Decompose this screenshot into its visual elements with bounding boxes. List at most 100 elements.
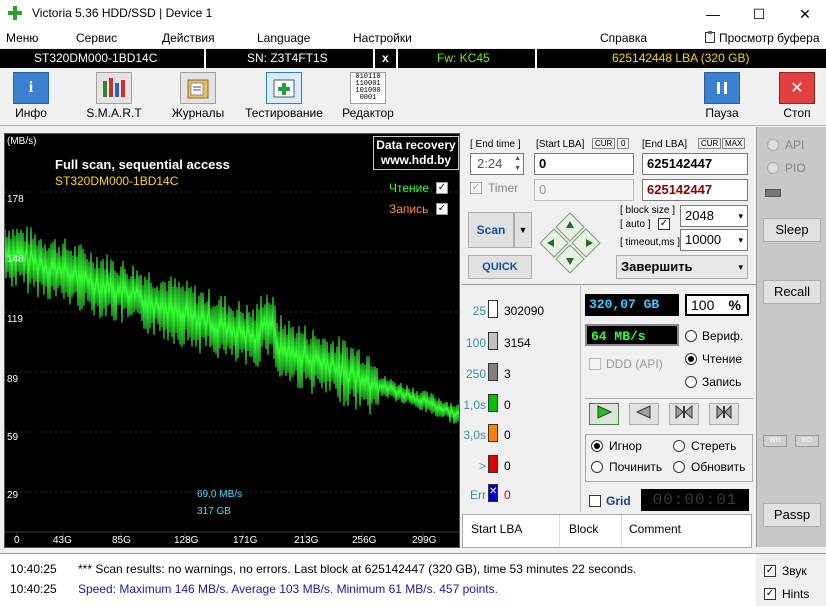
- end-icon: [716, 404, 732, 420]
- device-close-x[interactable]: x: [382, 51, 389, 65]
- speed-graph[interactable]: (MB/s) 208 178 148 119 89 59 29 0 43G 85…: [4, 133, 460, 548]
- stat-color-box: [488, 424, 498, 442]
- maximize-button[interactable]: ☐: [736, 0, 782, 28]
- menu-item-help[interactable]: Справка: [600, 31, 647, 45]
- read-radio[interactable]: [685, 353, 697, 365]
- menu-item-service[interactable]: Сервис: [76, 31, 117, 45]
- testing-label: Тестирование: [245, 106, 323, 120]
- pause-label: Пауза: [705, 106, 739, 120]
- y-tick-29: 29: [7, 490, 19, 501]
- sleep-button[interactable]: Sleep: [763, 218, 821, 242]
- block-size-select[interactable]: 2048 ▾: [680, 205, 748, 227]
- stat-value: 0: [504, 488, 511, 502]
- minimize-button[interactable]: —: [690, 0, 736, 28]
- block-stats-panel: 25 302090 100 3154 250 3 1,0s 0 3,0s 0 >0 Err ✕ 0: [462, 286, 580, 512]
- menu-item-actions[interactable]: Действия: [162, 31, 215, 45]
- editor-icon: 010110 110001 101000 0001: [350, 72, 386, 104]
- read-legend-checkbox[interactable]: ✓: [436, 182, 448, 194]
- sound-checkbox[interactable]: ✓: [764, 565, 776, 577]
- testing-button[interactable]: Тестирование: [242, 72, 326, 124]
- stat-color-box: ✕: [488, 484, 498, 502]
- window-title: Victoria 5.36 HDD/SSD | Device 1: [32, 6, 213, 20]
- end-max-button[interactable]: MAX: [722, 138, 746, 149]
- progress-panel: 320,07 GB 100 % 64 MB/s DDD (API) Вериф.…: [580, 286, 756, 512]
- editor-button[interactable]: 010110 110001 101000 0001 Редактор: [338, 72, 398, 124]
- passp-button[interactable]: Passp: [763, 503, 821, 527]
- end-lba-secondary-field[interactable]: 625142447: [642, 179, 748, 201]
- verify-radio[interactable]: [685, 330, 697, 342]
- log-panel[interactable]: 10:40:25 *** Scan results: no warnings, …: [0, 553, 756, 606]
- grid-checkbox[interactable]: [589, 495, 601, 507]
- info-button[interactable]: i Инфо: [6, 72, 56, 124]
- menu-item-menu[interactable]: Меню: [6, 31, 38, 45]
- app-logo-icon: [8, 6, 22, 20]
- stat-label: 25: [472, 304, 486, 318]
- erase-label: Стереть: [691, 439, 737, 453]
- end-time-spinner-icon[interactable]: ▲ ▼: [514, 154, 521, 174]
- auto-checkbox[interactable]: ✓: [658, 218, 670, 230]
- start-cur-value[interactable]: 0: [617, 138, 630, 149]
- defects-table[interactable]: Start LBA Block Comment: [462, 514, 752, 548]
- journals-label: Журналы: [171, 106, 225, 120]
- close-button[interactable]: ✕: [782, 0, 826, 28]
- finish-action-select[interactable]: Завершить ▾: [616, 255, 748, 279]
- skip-back-button[interactable]: [669, 403, 699, 425]
- finish-action-value: Завершить: [621, 259, 693, 274]
- menu-item-settings[interactable]: Настройки: [353, 31, 412, 45]
- x-tick-299g: 299G: [412, 535, 437, 546]
- timeout-select[interactable]: 10000 ▾: [680, 229, 748, 251]
- timer-label: Timer: [488, 181, 519, 195]
- x-tick-171g: 171G: [233, 535, 258, 546]
- write-legend-checkbox[interactable]: ✓: [436, 203, 448, 215]
- stat-color-box: [488, 363, 498, 381]
- timer-field[interactable]: 0: [534, 179, 634, 201]
- end-time-field[interactable]: 2:24 ▲ ▼: [470, 153, 524, 175]
- timer-checkbox[interactable]: ✓: [470, 182, 482, 194]
- quick-button[interactable]: QUICK: [468, 255, 532, 279]
- col-start-lba[interactable]: Start LBA: [471, 522, 522, 536]
- stat-label: 100: [465, 336, 486, 350]
- graph-title: Full scan, sequential access: [55, 157, 230, 172]
- device-model[interactable]: ST320DM000-1BD14C: [34, 51, 157, 65]
- y-tick-89: 89: [7, 374, 19, 385]
- stop-button[interactable]: ✕ Стоп: [774, 72, 820, 124]
- ddd-api-checkbox[interactable]: [589, 358, 601, 370]
- api-radio[interactable]: [767, 139, 779, 151]
- direction-pad-icon[interactable]: [538, 211, 602, 275]
- end-cur-button[interactable]: CUR: [698, 138, 722, 149]
- smart-button[interactable]: S.M.A.R.T: [82, 72, 146, 124]
- verify-label: Вериф.: [702, 329, 744, 343]
- write-radio[interactable]: [685, 376, 697, 388]
- pause-button[interactable]: Пауза: [698, 72, 746, 124]
- rewind-button[interactable]: [629, 403, 659, 425]
- menu-item-language[interactable]: Language: [257, 31, 310, 45]
- repair-label: Починить: [609, 460, 663, 474]
- recall-button[interactable]: Recall: [763, 280, 821, 304]
- col-block[interactable]: Block: [569, 522, 598, 536]
- log-time-2: 10:40:25: [10, 582, 57, 596]
- sound-label: Звук: [782, 564, 807, 578]
- hints-checkbox[interactable]: ✓: [764, 588, 776, 600]
- pause-icon: [704, 72, 740, 104]
- refresh-radio[interactable]: [673, 461, 685, 473]
- journals-icon: [180, 72, 216, 104]
- erase-radio[interactable]: [673, 440, 685, 452]
- start-lba-field[interactable]: 0: [534, 153, 634, 175]
- scan-dropdown-button[interactable]: ▼: [514, 212, 532, 248]
- menu-item-buffer-view[interactable]: Просмотр буфера: [719, 31, 820, 45]
- end-lba-field[interactable]: 625142447: [642, 153, 748, 175]
- scan-button[interactable]: Scan: [468, 212, 514, 248]
- skip-end-button[interactable]: [709, 403, 739, 425]
- col-comment[interactable]: Comment: [629, 522, 681, 536]
- device-serial: SN: Z3T4FT1S: [247, 51, 328, 65]
- grid-label: Grid: [606, 494, 631, 508]
- play-button[interactable]: [589, 403, 619, 425]
- ignore-radio[interactable]: [591, 440, 603, 452]
- start-cur-button[interactable]: CUR: [592, 138, 616, 149]
- hdd-by-logo[interactable]: Data recovery www.hdd.by: [373, 136, 459, 170]
- repair-radio[interactable]: [591, 461, 603, 473]
- journals-button[interactable]: Журналы: [166, 72, 230, 124]
- stat-value: 302090: [504, 304, 545, 318]
- lba-settings-panel: [ End time ] [Start LBA] CUR 0 [End LBA]…: [462, 133, 756, 283]
- pio-radio[interactable]: [767, 162, 779, 174]
